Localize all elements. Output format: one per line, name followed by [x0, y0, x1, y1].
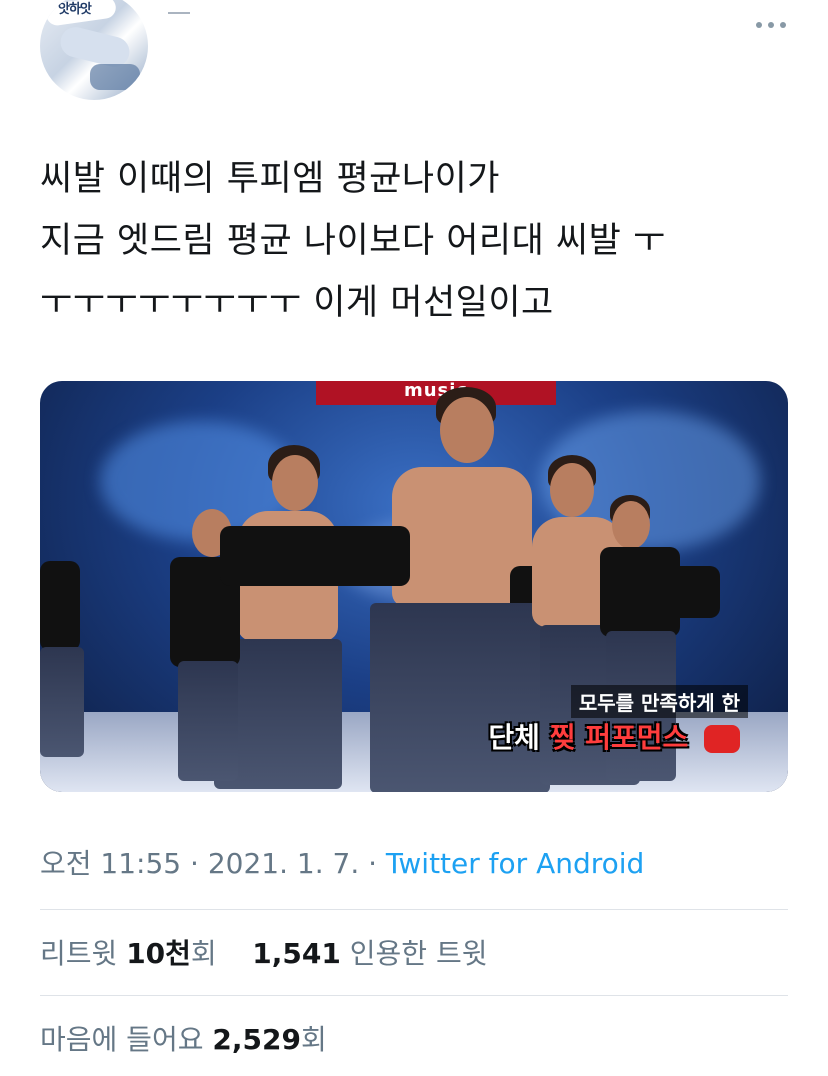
caption-highlight: 찢: [549, 721, 576, 754]
broadcast-logo-icon: [704, 725, 740, 753]
avatar-label: 앗하앗: [58, 2, 92, 17]
divider: [40, 909, 788, 910]
tweet-media-image[interactable]: music 모두를 만족하게 한 단체 찢 퍼포먼스: [40, 381, 788, 792]
author-handle-placeholder: [168, 12, 190, 14]
more-horizontal-icon[interactable]: [756, 18, 786, 32]
retweets-label: 리트윗: [40, 937, 118, 970]
meta-separator: ·: [181, 847, 208, 880]
likes-value: 2,529: [212, 1023, 301, 1056]
quotes-value: 1,541: [252, 937, 341, 970]
tweet-text-line: 씨발 이때의 투피엠 평균나이가: [40, 159, 500, 199]
likes-suffix: 회: [300, 1023, 327, 1056]
caption-suffix: 퍼포먼스: [585, 721, 689, 754]
tweet-text-line: ㅜㅜㅜㅜㅜㅜㅜㅜ 이게 머선일이고: [40, 283, 554, 323]
video-caption-top: 모두를 만족하게 한: [570, 685, 748, 718]
video-caption-bottom: 단체 찢 퍼포먼스: [488, 716, 740, 756]
caption-prefix: 단체: [488, 721, 540, 754]
likes-stats: 마음에 들어요 2,529회: [40, 1018, 327, 1058]
likes-stat[interactable]: 마음에 들어요 2,529회: [40, 1023, 327, 1056]
tweet-source-link[interactable]: Twitter for Android: [386, 847, 644, 880]
retweets-stat[interactable]: 리트윗 10천회: [40, 937, 217, 970]
tweet-time: 오전 11:55: [40, 847, 182, 880]
tweet-text: 씨발 이때의 투피엠 평균나이가 지금 엣드림 평균 나이보다 어리대 씨발 ㅜ…: [40, 148, 800, 334]
quotes-label: 인용한 트윗: [349, 937, 488, 970]
retweet-quote-stats: 리트윗 10천회 1,541 인용한 트윗: [40, 932, 487, 972]
tweet-text-line: 지금 엣드림 평균 나이보다 어리대 씨발 ㅜ: [40, 221, 666, 261]
quotes-stat[interactable]: 1,541 인용한 트윗: [252, 937, 487, 970]
retweets-suffix: 회: [190, 937, 217, 970]
tweet-date: 2021. 1. 7.: [207, 847, 360, 880]
meta-separator: ·: [359, 847, 386, 880]
retweets-value: 10천: [126, 937, 191, 970]
tweet-meta: 오전 11:55 · 2021. 1. 7. · Twitter for And…: [40, 842, 644, 882]
likes-label: 마음에 들어요: [40, 1023, 204, 1056]
divider: [40, 995, 788, 996]
author-avatar[interactable]: 앗하앗: [40, 0, 148, 100]
